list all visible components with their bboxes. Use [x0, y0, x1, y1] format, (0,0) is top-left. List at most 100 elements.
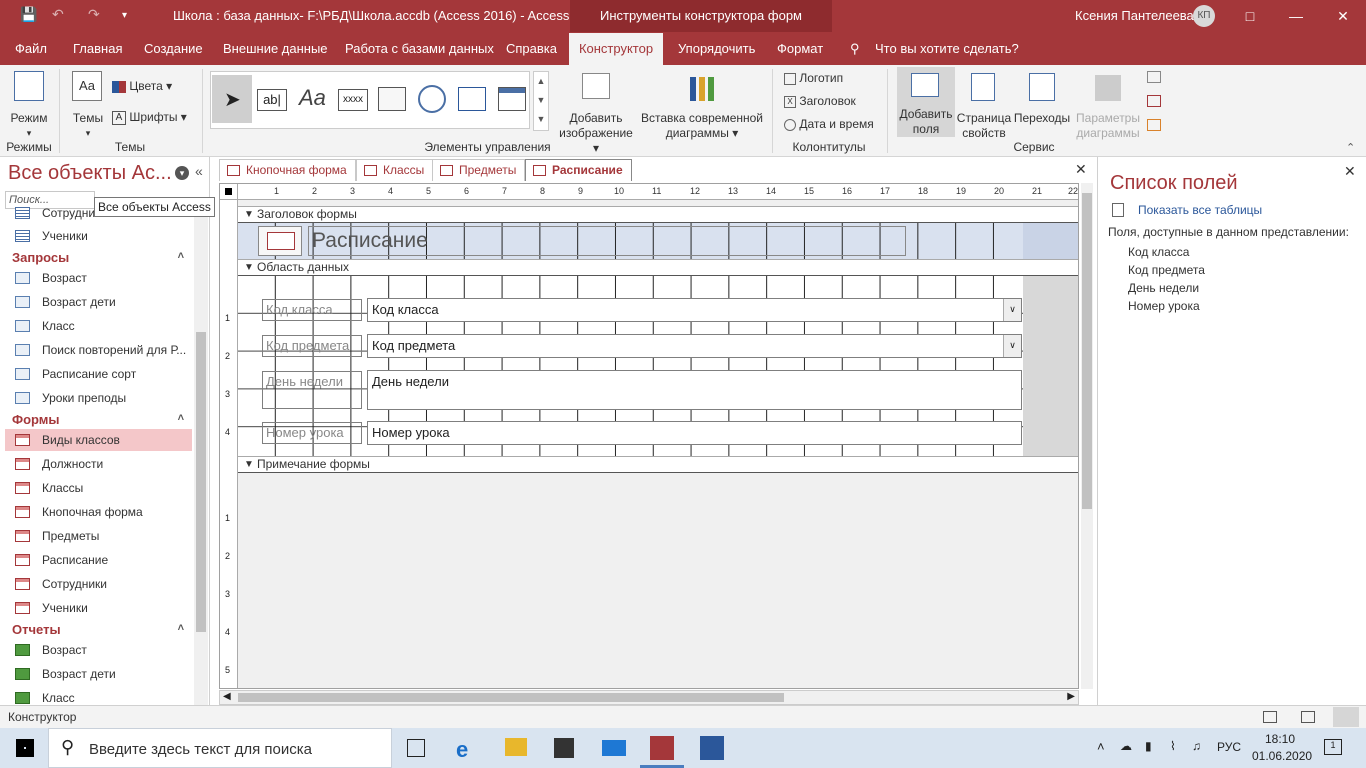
convert-macros-icon[interactable]	[1147, 119, 1161, 131]
volume-icon[interactable]: ♫	[1192, 739, 1201, 753]
battery-icon[interactable]: ▮	[1145, 739, 1152, 753]
design-horizontal-scrollbar[interactable]: ◀ ▶	[219, 690, 1079, 705]
tab-file[interactable]: Файл	[15, 41, 47, 56]
undo-icon[interactable]: ↶	[52, 6, 64, 23]
list-item-selected[interactable]: Виды классов	[5, 429, 192, 451]
list-item[interactable]: Сотрудники	[5, 573, 192, 595]
hyperlink-tool-icon[interactable]	[418, 85, 446, 113]
tab-main-form[interactable]: Кнопочная форма	[219, 159, 356, 181]
user-name[interactable]: Ксения Пантелеева	[1075, 8, 1194, 23]
field-textbox[interactable]: День недели	[367, 370, 1022, 410]
tell-me-input[interactable]: Что вы хотите сделать?	[875, 41, 1019, 56]
list-item[interactable]: Предметы	[5, 525, 192, 547]
tab-create[interactable]: Создание	[144, 41, 203, 56]
logo-button[interactable]: Логотип	[784, 71, 843, 85]
field-list-item[interactable]: Номер урока	[1128, 299, 1200, 313]
tray-chevron-icon[interactable]: ˄	[1097, 739, 1105, 754]
form-logo-icon[interactable]	[258, 226, 302, 256]
list-item[interactable]: Уроки преподы	[5, 387, 192, 409]
tab-home[interactable]: Главная	[73, 41, 122, 56]
clock-time[interactable]: 18:10	[1265, 732, 1295, 746]
select-tool-icon[interactable]: ➤	[212, 75, 252, 123]
label-tool-icon[interactable]: Aa	[299, 85, 326, 111]
tab-help[interactable]: Справка	[506, 41, 557, 56]
minimize-button[interactable]: —	[1273, 0, 1319, 32]
edge-icon[interactable]: e	[456, 737, 468, 763]
code-icon[interactable]	[1147, 95, 1161, 107]
field-textbox[interactable]: Номер урока	[367, 421, 1022, 445]
close-pane-icon[interactable]: ✕	[1344, 163, 1356, 180]
list-item[interactable]: Ученики	[5, 225, 192, 247]
tab-control-tool-icon[interactable]	[378, 87, 406, 111]
section-header-bar[interactable]: ▼ Заголовок формы	[238, 206, 1078, 223]
list-item[interactable]: Класс	[5, 315, 192, 337]
mail-icon[interactable]	[602, 740, 626, 756]
section-detail-bar[interactable]: ▼ Область данных	[238, 259, 1078, 276]
field-label[interactable]: День недели	[262, 371, 362, 409]
word-icon[interactable]	[700, 736, 724, 760]
list-item[interactable]: Поиск повторений для Р...	[5, 339, 192, 361]
list-item[interactable]: Возраст дети	[5, 291, 192, 313]
list-item[interactable]: Кнопочная форма	[5, 501, 192, 523]
list-item[interactable]: Возраст дети	[5, 663, 192, 685]
cloud-icon[interactable]: ☁	[1120, 739, 1132, 753]
tab-database-tools[interactable]: Работа с базами данных	[345, 41, 494, 56]
list-item[interactable]: Классы	[5, 477, 192, 499]
file-explorer-icon[interactable]	[505, 738, 527, 756]
form-view-icon[interactable]	[1263, 711, 1277, 723]
colors-button[interactable]: Цвета ▾	[112, 79, 172, 93]
tab-design[interactable]: Конструктор	[569, 33, 663, 65]
title-button[interactable]: X Заголовок	[784, 94, 856, 108]
design-view-icon[interactable]	[1333, 707, 1359, 727]
windows-start-icon[interactable]	[16, 739, 34, 757]
navigation-tool-icon[interactable]	[498, 87, 526, 111]
save-icon[interactable]: 💾	[20, 6, 37, 23]
ribbon-display-icon[interactable]: □	[1227, 0, 1273, 32]
datetime-button[interactable]: Дата и время	[784, 117, 874, 131]
nav-scrollbar[interactable]	[194, 212, 208, 705]
field-label[interactable]: Код класса	[262, 299, 362, 321]
nav-menu-icon[interactable]: ▾	[175, 166, 189, 180]
clock-date[interactable]: 01.06.2020	[1252, 749, 1312, 763]
task-view-icon[interactable]	[407, 739, 425, 757]
field-list-item[interactable]: Код предмета	[1128, 263, 1205, 277]
tab-subjects[interactable]: Предметы	[432, 159, 526, 181]
field-label[interactable]: Номер урока	[262, 422, 362, 444]
form-title-label[interactable]: Расписание	[308, 226, 906, 256]
nav-title[interactable]: Все объекты Ac...	[8, 162, 172, 185]
section-footer-bar[interactable]: ▼ Примечание формы	[238, 456, 1078, 473]
subform-icon[interactable]	[1147, 71, 1161, 83]
list-item[interactable]: Возраст	[5, 267, 192, 289]
close-document-icon[interactable]: ✕	[1075, 161, 1087, 178]
tab-arrange[interactable]: Упорядочить	[678, 41, 755, 56]
add-fields-button[interactable]: Добавить поля	[897, 67, 955, 137]
scroll-right-icon[interactable]: ▶	[1067, 691, 1075, 702]
field-label[interactable]: Код предмета	[262, 335, 362, 357]
layout-view-icon[interactable]	[1301, 711, 1315, 723]
list-item[interactable]: Должности	[5, 453, 192, 475]
access-icon[interactable]	[650, 736, 674, 760]
chevron-down-icon[interactable]: ∨	[1003, 299, 1021, 321]
design-vertical-scrollbar[interactable]	[1081, 183, 1093, 689]
qat-customize-icon[interactable]: ▾	[122, 10, 127, 21]
gallery-scroll[interactable]: ▲ ▼ ▼	[533, 71, 549, 131]
collapse-ribbon-icon[interactable]: ⌃	[1346, 141, 1355, 154]
form-selector[interactable]	[220, 184, 238, 200]
web-browser-tool-icon[interactable]	[458, 87, 486, 111]
notification-icon[interactable]: 1	[1324, 739, 1342, 755]
store-icon[interactable]	[554, 738, 574, 758]
list-item[interactable]: Возраст	[5, 639, 192, 661]
taskbar-search[interactable]: ⚲ Введите здесь текст для поиска	[48, 728, 392, 768]
tab-schedule[interactable]: Расписание	[525, 159, 632, 181]
field-combobox[interactable]: Код класса ∨	[367, 298, 1022, 322]
language-indicator[interactable]: РУС	[1217, 740, 1241, 754]
button-tool-icon[interactable]: xxxx	[338, 89, 368, 111]
field-list-item[interactable]: День недели	[1128, 281, 1199, 295]
tab-format[interactable]: Формат	[777, 41, 823, 56]
list-item[interactable]: Класс	[5, 687, 192, 705]
show-all-tables-link[interactable]: Показать все таблицы	[1138, 203, 1262, 217]
field-combobox[interactable]: Код предмета ∨	[367, 334, 1022, 358]
tab-external-data[interactable]: Внешние данные	[223, 41, 328, 56]
tab-classes[interactable]: Классы	[356, 159, 434, 181]
list-item[interactable]: Ученики	[5, 597, 192, 619]
